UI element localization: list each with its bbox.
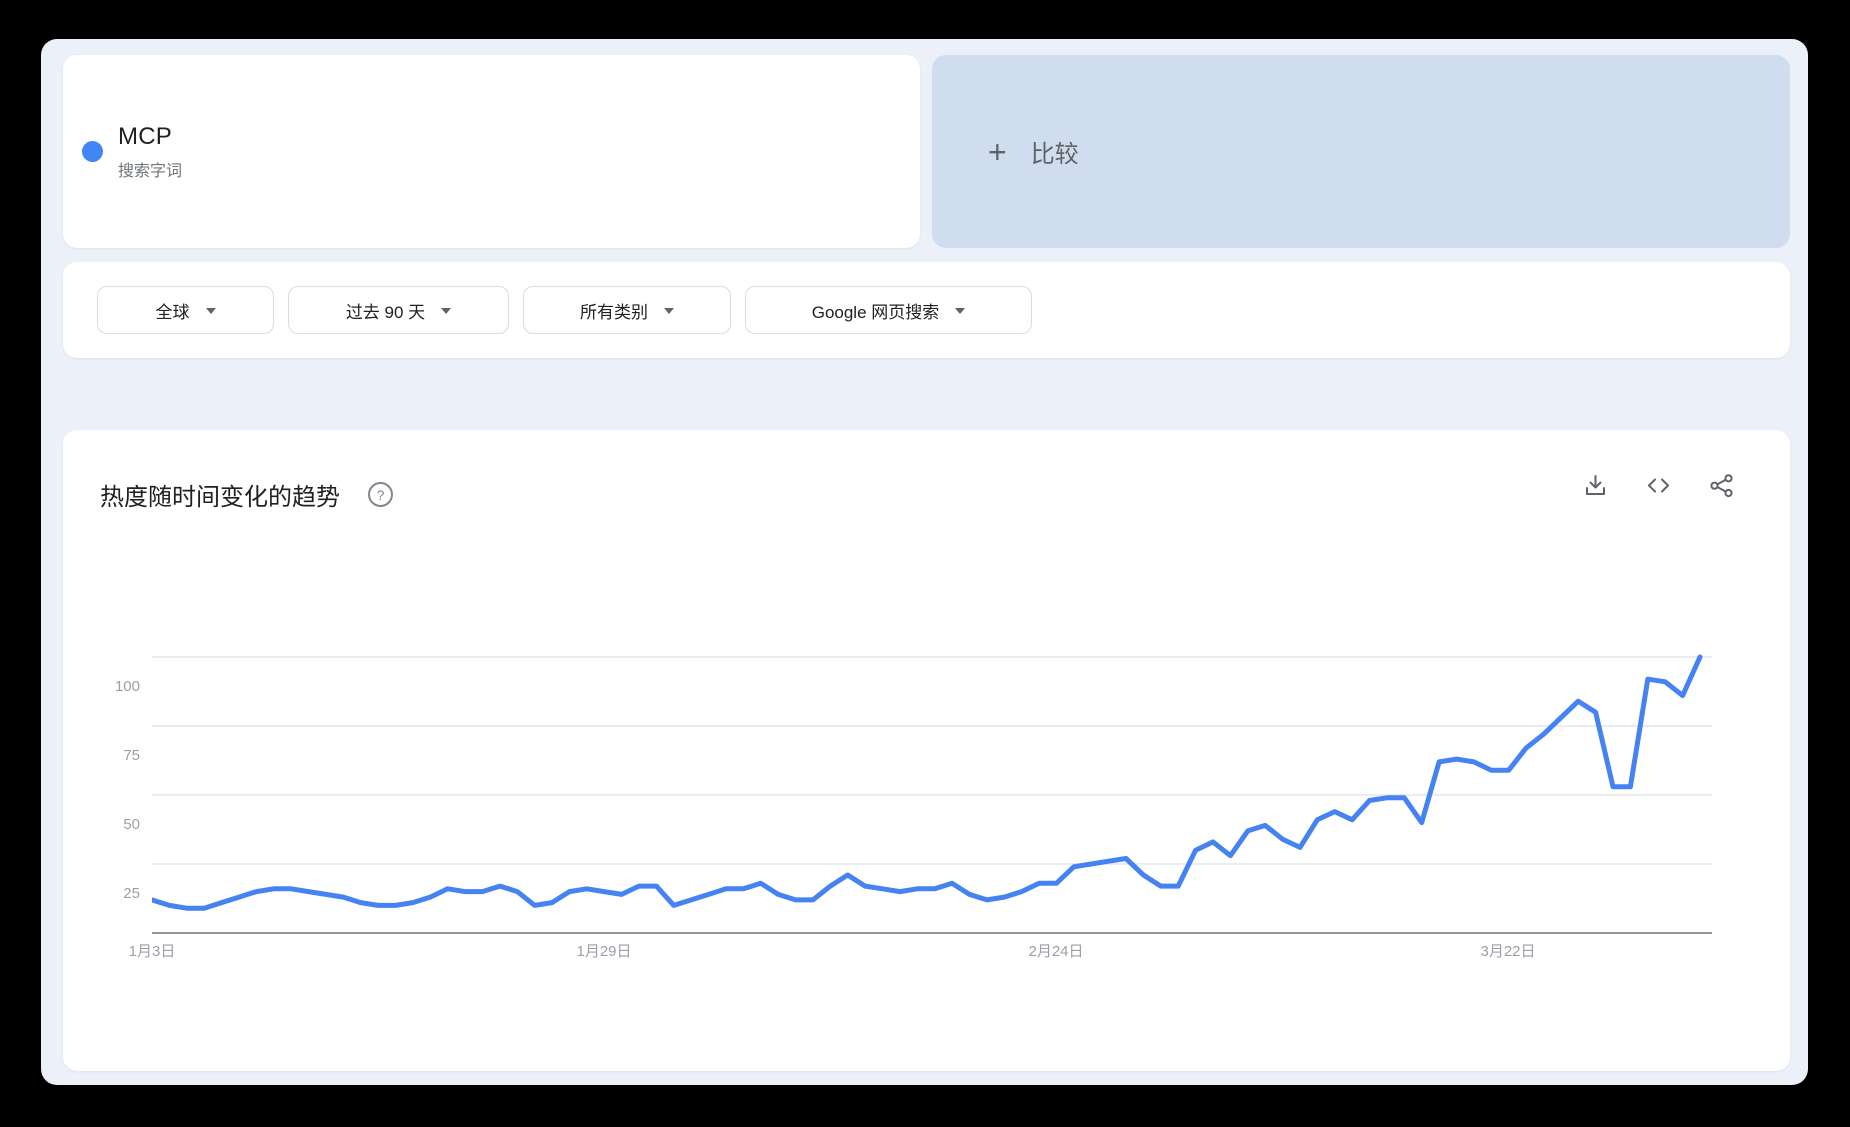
search-type-filter-dropdown[interactable]: Google 网页搜索 [745,286,1032,334]
download-icon[interactable] [1582,472,1609,499]
chevron-down-icon [664,308,674,314]
time-range-filter-dropdown[interactable]: 过去 90 天 [288,286,509,334]
trends-explore-page: MCP 搜索字词 + 比较 全球 过去 90 天 所有类别 Google 网页搜… [41,39,1808,1085]
x-axis-tick-feb24: 2月24日 [1028,943,1084,960]
series-color-dot [82,141,103,162]
search-type-filter-label: Google 网页搜索 [811,302,940,322]
search-term-type: 搜索字词 [118,162,183,180]
search-term-label: MCP [118,122,172,150]
help-icon[interactable]: ? [367,481,394,508]
svg-text:?: ? [377,487,385,503]
plus-icon: + [988,133,1007,170]
trend-line-chart[interactable] [152,640,1712,960]
category-filter-dropdown[interactable]: 所有类别 [523,286,731,334]
trend-line [152,654,1703,911]
chevron-down-icon [955,308,966,314]
share-icon[interactable] [1708,472,1735,499]
compare-label: 比较 [1030,141,1079,168]
embed-code-icon[interactable] [1645,472,1672,499]
add-comparison-card[interactable]: + 比较 [932,55,1790,248]
interest-over-time-card: 热度随时间变化的趋势 ? 100 75 50 25 1月3日 1月29日 2月2… [63,430,1790,1071]
chevron-down-icon [441,308,452,314]
region-filter-dropdown[interactable]: 全球 [97,286,274,334]
time-range-filter-label: 过去 90 天 [345,302,426,322]
y-axis-tick-50: 50 [123,816,140,833]
x-axis-tick-jan3: 1月3日 [128,943,176,960]
region-filter-label: 全球 [155,302,190,322]
x-axis-tick-mar22: 3月22日 [1480,943,1536,960]
filter-bar: 全球 过去 90 天 所有类别 Google 网页搜索 [63,262,1790,358]
chevron-down-icon [205,308,216,314]
gridlines [152,656,1712,934]
y-axis-tick-25: 25 [123,885,140,902]
x-axis-tick-jan29: 1月29日 [576,943,632,960]
search-term-card: MCP 搜索字词 [63,55,920,248]
y-axis-tick-100: 100 [114,678,140,695]
y-axis-tick-75: 75 [123,747,140,764]
category-filter-label: 所有类别 [580,302,648,322]
chart-title: 热度随时间变化的趋势 [100,484,340,511]
